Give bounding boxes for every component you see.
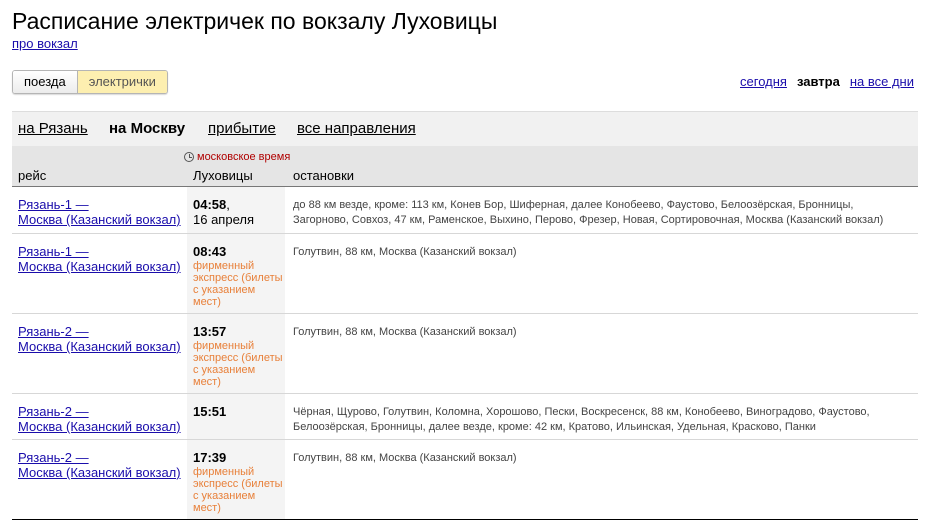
- stops-text: Голутвин, 88 км, Москва (Казанский вокза…: [293, 452, 517, 464]
- table-row: 13:57 фирменный экспресс (билеты с указа…: [12, 314, 918, 394]
- departure-time: 17:39: [193, 450, 226, 465]
- time-cell: 08:43 фирменный экспресс (билеты с указа…: [187, 234, 285, 313]
- departure-time: 15:51: [193, 404, 226, 419]
- departure-time: 04:58, 16 апреля: [193, 197, 254, 227]
- route-link[interactable]: Рязань-2 — Москва (Казанский вокзал): [18, 404, 181, 434]
- tab-trains[interactable]: поезда: [13, 71, 77, 93]
- tab-suburban-trains[interactable]: электрички: [76, 71, 167, 93]
- direction-tabs: на Рязань на Москву прибытие все направл…: [12, 111, 918, 146]
- express-note: фирменный экспресс (билеты с указанием м…: [193, 260, 283, 308]
- stops-text: Чёрная, Щурово, Голутвин, Коломна, Хорош…: [293, 406, 870, 433]
- time-value: 04:58: [193, 197, 227, 212]
- direction-arrival[interactable]: прибытие: [208, 120, 276, 137]
- route-to[interactable]: Москва (Казанский вокзал): [18, 465, 181, 480]
- table-row: 08:43 фирменный экспресс (билеты с указа…: [12, 234, 918, 314]
- about-station-link[interactable]: про вокзал: [12, 36, 78, 51]
- route-from[interactable]: Рязань-2 —: [18, 450, 181, 465]
- direction-to-ryazan[interactable]: на Рязань: [18, 120, 88, 137]
- route-link[interactable]: Рязань-1 — Москва (Казанский вокзал): [18, 244, 181, 274]
- route-to[interactable]: Москва (Казанский вокзал): [18, 339, 181, 354]
- route-link[interactable]: Рязань-1 — Москва (Казанский вокзал): [18, 197, 181, 227]
- header-station: Луховицы: [193, 168, 253, 183]
- express-note: фирменный экспресс (билеты с указанием м…: [193, 466, 283, 514]
- date-today-link[interactable]: сегодня: [740, 74, 787, 89]
- departure-time: 13:57: [193, 324, 226, 339]
- date-all-days-link[interactable]: на все дни: [850, 74, 914, 89]
- route-to[interactable]: Москва (Казанский вокзал): [18, 419, 181, 434]
- table-header: московское время рейс Луховицы остановки: [12, 146, 918, 187]
- page-title: Расписание электричек по вокзалу Луховиц…: [12, 8, 498, 34]
- table-row: 15:51 Рязань-2 — Москва (Казанский вокза…: [12, 394, 918, 440]
- route-to[interactable]: Москва (Казанский вокзал): [18, 259, 181, 274]
- route-from[interactable]: Рязань-2 —: [18, 404, 181, 419]
- timezone-label: московское время: [197, 151, 291, 163]
- time-value: 15:51: [193, 404, 227, 419]
- table-row: 17:39 фирменный экспресс (билеты с указа…: [12, 440, 918, 520]
- route-from[interactable]: Рязань-1 —: [18, 244, 181, 259]
- header-route: рейс: [18, 168, 47, 183]
- direction-to-moscow-current: на Москву: [109, 120, 186, 137]
- date-tomorrow-current: завтра: [796, 74, 840, 89]
- stops-text: Голутвин, 88 км, Москва (Казанский вокза…: [293, 326, 517, 338]
- departure-time: 08:43: [193, 244, 226, 259]
- route-link[interactable]: Рязань-2 — Москва (Казанский вокзал): [18, 324, 181, 354]
- time-cell: 04:58, 16 апреля: [187, 187, 285, 233]
- direction-all[interactable]: все направления: [297, 120, 416, 137]
- route-from[interactable]: Рязань-1 —: [18, 197, 181, 212]
- header-stops: остановки: [293, 168, 355, 183]
- time-suffix: ,: [226, 197, 230, 212]
- route-to[interactable]: Москва (Казанский вокзал): [18, 212, 181, 227]
- time-cell: 13:57 фирменный экспресс (билеты с указа…: [187, 314, 285, 393]
- stops-text: до 88 км везде, кроме: 113 км, Конев Бор…: [293, 199, 884, 226]
- route-from[interactable]: Рязань-2 —: [18, 324, 181, 339]
- table-row: 04:58, 16 апреля Рязань-1 — Москва (Каза…: [12, 187, 918, 234]
- route-link[interactable]: Рязань-2 — Москва (Казанский вокзал): [18, 450, 181, 480]
- time-value: 13:57: [193, 324, 227, 339]
- departure-date: 16 апреля: [193, 212, 254, 227]
- time-cell: 17:39 фирменный экспресс (билеты с указа…: [187, 440, 285, 519]
- time-value: 17:39: [193, 450, 227, 465]
- clock-icon: [184, 152, 194, 162]
- time-cell: 15:51: [187, 394, 285, 439]
- stops-text: Голутвин, 88 км, Москва (Казанский вокза…: [293, 246, 517, 258]
- date-navigation: сегодня завтра на все дни: [740, 74, 914, 89]
- timezone-note: московское время: [184, 151, 290, 163]
- express-note: фирменный экспресс (билеты с указанием м…: [193, 340, 283, 388]
- transport-mode-switch: поезда электрички: [12, 70, 168, 94]
- time-value: 08:43: [193, 244, 227, 259]
